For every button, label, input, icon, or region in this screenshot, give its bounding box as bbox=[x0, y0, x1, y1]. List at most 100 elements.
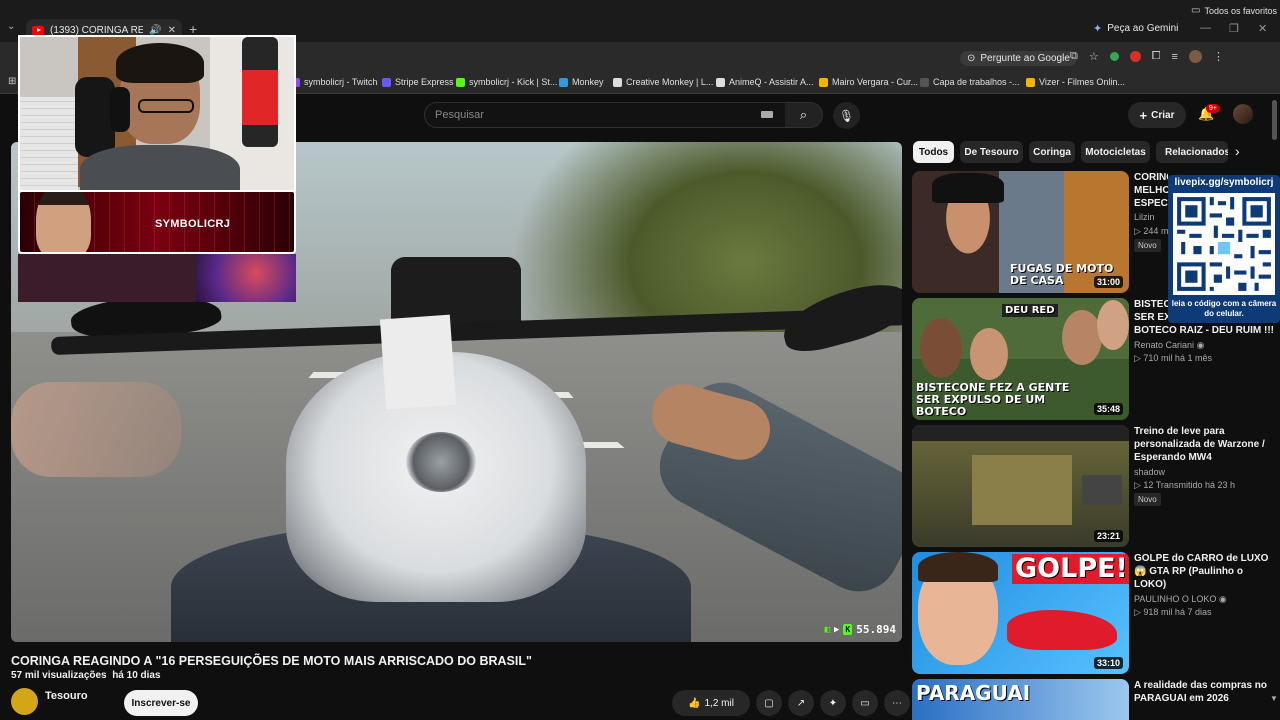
omnibox-actions: ⊙ Pergunte ao Google bbox=[960, 49, 1077, 67]
bookmark-item[interactable]: Creative Monkey | L... bbox=[613, 77, 713, 87]
cast-icon[interactable]: ⧉ bbox=[1070, 50, 1078, 63]
rec-thumbnail[interactable]: FUGAS DE MOTO DE CASA 31:00 bbox=[912, 171, 1129, 293]
more-actions-button[interactable]: ⋯ bbox=[884, 690, 910, 716]
notification-badge: 9+ bbox=[1206, 104, 1220, 113]
bookmark-item[interactable]: Mairo Vergara - Cur... bbox=[819, 77, 918, 87]
extensions-area: ⧉ ☆ ⧠ ≡ ⋮ bbox=[1070, 50, 1224, 63]
rec-channel[interactable]: PAULINHO O LOKO ◉ bbox=[1134, 594, 1227, 605]
subscribe-button[interactable]: Inscrever-se bbox=[124, 690, 198, 716]
folder-icon: ▭ bbox=[1191, 5, 1201, 16]
video-actions: 👍 1,2 mil ▢ ↗ ✦ ▭ ⋯ bbox=[672, 690, 910, 716]
voice-search-button[interactable]: 🎙 bbox=[833, 102, 860, 129]
bookmark-item[interactable]: symbolicrj - Twitch bbox=[291, 77, 377, 87]
ask-google-button[interactable]: ⊙ Pergunte ao Google bbox=[960, 50, 1077, 66]
viewer-count: 55.894 bbox=[856, 623, 896, 636]
bookmark-label: Stripe Express bbox=[395, 77, 454, 87]
video-title: CORINGA REAGINDO A "16 PERSEGUIÇÕES DE M… bbox=[11, 654, 532, 668]
comment-button[interactable]: ▢ bbox=[756, 690, 782, 716]
lens-icon: ⊙ bbox=[967, 52, 976, 64]
kick-icon: K bbox=[843, 624, 853, 635]
bookmark-favicon-icon bbox=[456, 77, 465, 87]
rec-thumbnail[interactable]: GOLPE! 33:10 bbox=[912, 552, 1129, 674]
channel-name[interactable]: Tesouro bbox=[45, 690, 88, 702]
rec-duration: 33:10 bbox=[1093, 657, 1123, 669]
rec-title[interactable]: CORINGA MELHO ESPECI bbox=[1134, 171, 1168, 210]
chevron-right-icon[interactable]: › bbox=[1235, 143, 1240, 159]
channel-avatar[interactable] bbox=[11, 688, 38, 715]
extension-red-icon[interactable] bbox=[1129, 51, 1141, 62]
scroll-down-arrow-icon[interactable]: ▼ bbox=[1270, 694, 1278, 703]
save-button[interactable]: ▭ bbox=[852, 690, 878, 716]
bookmark-item[interactable]: Vizer - Filmes Onlin... bbox=[1026, 77, 1125, 87]
bookmark-favicon-icon bbox=[716, 77, 725, 87]
browser-profile-avatar[interactable] bbox=[1188, 50, 1202, 63]
restore-icon[interactable]: ❐ bbox=[1229, 22, 1239, 35]
rec-title[interactable]: BISTECONE FEZ A GENTE SER EXPULSO DE UM … bbox=[1134, 298, 1274, 337]
rec-title-line: Treino de leve para bbox=[1134, 426, 1225, 437]
streamer-namebar: SYMBOLICRJ bbox=[18, 190, 296, 254]
rec-title-line: PARAGUAI em 2026 bbox=[1134, 693, 1229, 704]
like-button[interactable]: 👍 1,2 mil bbox=[672, 690, 750, 716]
youtube-avatar[interactable] bbox=[1233, 104, 1253, 124]
rec-title-line: 😱 GTA RP (Paulinho o bbox=[1134, 566, 1243, 577]
minimize-icon[interactable]: — bbox=[1200, 22, 1211, 34]
viewer-counter: ◧ ▶ K 55.894 bbox=[825, 623, 896, 636]
rec-title[interactable]: GOLPE do CARRO de LUXO 😱 GTA RP (Paulinh… bbox=[1134, 552, 1274, 591]
rec-title[interactable]: Treino de leve para personalizada de War… bbox=[1134, 425, 1274, 464]
bookmark-item[interactable]: Capa de trabalhos -... bbox=[920, 77, 1020, 87]
rec-duration: 23:21 bbox=[1093, 530, 1123, 542]
rec-channel[interactable]: Lilzin bbox=[1134, 212, 1155, 222]
rec-channel[interactable]: Renato Cariani ◉ bbox=[1134, 340, 1204, 351]
share-button[interactable]: ↗ bbox=[788, 690, 814, 716]
rec-channel[interactable]: shadow bbox=[1134, 467, 1165, 477]
bookmark-label: Mairo Vergara - Cur... bbox=[832, 77, 919, 87]
keyboard-icon[interactable] bbox=[761, 111, 773, 118]
media-controls-icon[interactable]: ≡ bbox=[1172, 51, 1178, 63]
youtube-favicon-icon bbox=[32, 26, 44, 35]
rec-title-line: SER EXPULSO DE UM bbox=[1134, 312, 1168, 323]
bookmark-item[interactable]: symbolicrj - Kick | St... bbox=[456, 77, 557, 87]
rec-channel-text: Renato Cariani bbox=[1134, 340, 1195, 350]
bookmark-item[interactable]: AnimeQ - Assistir A... bbox=[716, 77, 814, 87]
rec-channel-text: PAULINHO O LOKO bbox=[1134, 594, 1217, 604]
chip-relacionados[interactable]: Relacionados bbox=[1156, 141, 1228, 163]
search-button[interactable]: ⌕ bbox=[785, 102, 823, 128]
rec-stats: ▷ 918 mil há 7 dias bbox=[1134, 607, 1212, 617]
bookmark-star-icon[interactable]: ☆ bbox=[1089, 50, 1099, 63]
search-placeholder: Pesquisar bbox=[435, 109, 484, 121]
chip-motocicletas[interactable]: Motocicletas bbox=[1081, 141, 1150, 163]
rec-thumbnail[interactable]: DEU RED BISTECONE FEZ A GENTE SER EXPULS… bbox=[912, 298, 1129, 420]
sparkle-button[interactable]: ✦ bbox=[820, 690, 846, 716]
rec-thumbnail[interactable]: PARAGUAI bbox=[912, 679, 1129, 720]
view-count: 57 mil visualizações bbox=[11, 670, 107, 681]
rec-title-line: LOKO) bbox=[1134, 579, 1167, 590]
bookmark-item[interactable]: Stripe Express bbox=[382, 77, 454, 87]
bookmark-label: Creative Monkey | L... bbox=[626, 77, 714, 87]
ask-google-label: Pergunte ao Google bbox=[980, 52, 1070, 64]
extension-green-icon[interactable] bbox=[1109, 52, 1119, 61]
close-window-icon[interactable]: ✕ bbox=[1258, 22, 1267, 35]
all-favorites-button[interactable]: ▭ Todos os favoritos bbox=[1191, 5, 1277, 16]
rec-title[interactable]: A realidade das compras no PARAGUAI em 2… bbox=[1134, 679, 1274, 705]
rec-stats: ▷ 12 Transmitido há 23 h bbox=[1134, 480, 1235, 490]
chip-coringa[interactable]: Coringa bbox=[1029, 141, 1075, 163]
gemini-button[interactable]: ✦ Peça ao Gemini bbox=[1093, 22, 1178, 35]
bookmark-favicon-icon bbox=[382, 77, 391, 87]
chip-de-tesouro[interactable]: De Tesouro bbox=[960, 141, 1023, 163]
rec-thumbnail[interactable]: 23:21 bbox=[912, 425, 1129, 547]
search-input[interactable]: Pesquisar bbox=[424, 102, 786, 128]
streamer-shirt bbox=[80, 145, 240, 190]
apps-grid-icon[interactable]: ⊞ bbox=[8, 76, 16, 87]
chip-todos[interactable]: Todos bbox=[913, 141, 954, 163]
upload-age: há 10 dias bbox=[112, 670, 161, 681]
rec-duration: 31:00 bbox=[1093, 276, 1123, 288]
extensions-puzzle-icon[interactable]: ⧠ bbox=[1152, 50, 1161, 63]
page-scrollbar[interactable] bbox=[1272, 100, 1277, 140]
rec-stats-text: 244 mil bbox=[1143, 226, 1168, 236]
rec-title-line: BISTECONE FEZ A GENTE bbox=[1134, 299, 1168, 310]
create-button[interactable]: + Criar bbox=[1128, 102, 1186, 128]
tab-search-chevron-icon[interactable]: ⌄ bbox=[7, 21, 15, 32]
browser-menu-icon[interactable]: ⋮ bbox=[1213, 50, 1224, 63]
video-meta: 57 mil visualizações há 10 dias bbox=[11, 670, 161, 681]
bookmark-item[interactable]: Monkey bbox=[559, 77, 604, 87]
